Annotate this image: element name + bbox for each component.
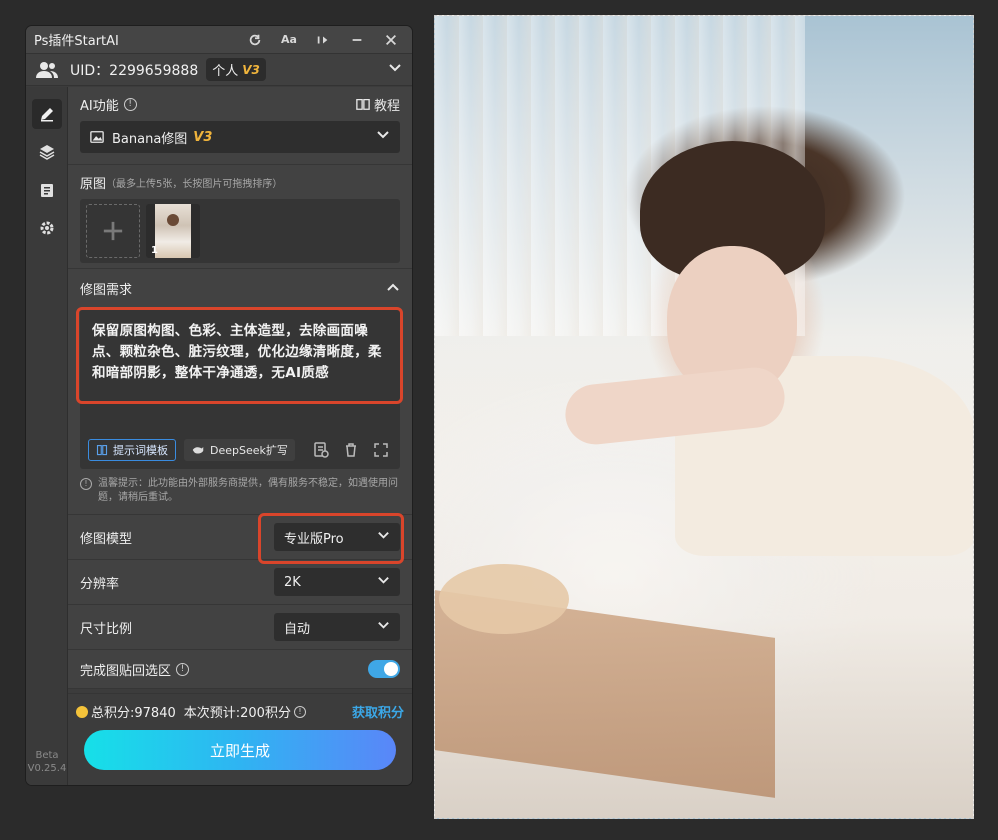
- prompt-template-label: 提示词模板: [113, 444, 168, 457]
- chevron-down-icon: [376, 128, 390, 146]
- version-info: Beta V0.25.4: [26, 749, 68, 775]
- account-type: 个人: [212, 64, 239, 79]
- plus-icon: [103, 221, 123, 241]
- tutorial-link[interactable]: 教程: [356, 95, 400, 114]
- ai-function-value: Banana修图: [112, 131, 188, 147]
- source-images-section: 原图 （最多上传5张，长按图片可拖拽排序） 1: [68, 165, 412, 269]
- version-label: V0.25.4: [27, 763, 67, 774]
- users-icon: [36, 60, 58, 80]
- user-bar[interactable]: UID：2299659888 个人 V3: [26, 53, 412, 86]
- paste-back-toggle[interactable]: [368, 660, 400, 678]
- chevron-down-icon: [377, 574, 390, 591]
- deepseek-label: DeepSeek扩写: [210, 444, 288, 457]
- sidebar-item-layers[interactable]: [32, 137, 62, 167]
- resolution-dropdown[interactable]: 2K: [274, 568, 400, 596]
- edit-icon: [40, 108, 53, 122]
- info-icon[interactable]: !: [176, 662, 190, 676]
- generate-button[interactable]: 立即生成: [84, 730, 396, 770]
- close-icon[interactable]: [378, 30, 404, 50]
- resolution-label: 分辨率: [80, 576, 120, 592]
- source-hint: （最多上传5张，长按图片可拖拽排序）: [106, 178, 283, 190]
- canvas-brush: [439, 564, 569, 634]
- image-edit-icon: [90, 131, 104, 143]
- highlight-requirements: [76, 307, 403, 404]
- thumbnail-image: [155, 204, 191, 258]
- ai-function-dropdown[interactable]: Banana修图 V3: [80, 121, 400, 153]
- tutorial-label: 教程: [373, 98, 400, 114]
- resolution-row: 分辨率 2K: [68, 560, 412, 605]
- title-bar: Ps插件StartAI Aa: [26, 26, 412, 53]
- account-badge: 个人 V3: [206, 58, 266, 81]
- history-icon[interactable]: [310, 439, 332, 461]
- source-thumbnail[interactable]: 1: [146, 204, 200, 258]
- chevron-down-icon[interactable]: [388, 60, 402, 79]
- ai-function-section: AI功能 ! 教程 Banana修图 V3: [68, 87, 412, 165]
- deepseek-expand-button[interactable]: DeepSeek扩写: [184, 439, 295, 461]
- resolution-value: 2K: [284, 574, 301, 590]
- highlight-model: [258, 513, 404, 564]
- info-icon[interactable]: !: [293, 705, 306, 718]
- refresh-icon[interactable]: [242, 30, 268, 50]
- get-points-link[interactable]: 获取积分: [352, 702, 404, 721]
- coin-icon: [76, 705, 88, 718]
- ratio-label: 尺寸比例: [80, 621, 133, 637]
- ai-function-label: AI功能: [80, 98, 119, 114]
- sidebar-item-settings[interactable]: [32, 213, 62, 243]
- source-label: 原图: [80, 176, 107, 192]
- tip-text: 温馨提示：此功能由外部服务商提供，偶有服务不稳定，如遇使用问题，请稍后重试。: [98, 478, 398, 503]
- warning-icon: !: [80, 478, 92, 490]
- ratio-row: 尺寸比例 自动: [68, 605, 412, 650]
- trash-icon[interactable]: [340, 439, 362, 461]
- startai-plugin-panel: Ps插件StartAI Aa UID：2299659888 个人 V3 Beta…: [26, 26, 412, 785]
- estimate-points: 本次预计:200积分: [183, 706, 291, 721]
- clipboard-icon: [40, 184, 53, 197]
- prompt-template-button[interactable]: 提示词模板: [88, 439, 176, 461]
- chevron-up-icon[interactable]: [386, 279, 400, 298]
- requirements-toolbar: 提示词模板 DeepSeek扩写: [80, 429, 400, 469]
- document-canvas[interactable]: [434, 15, 974, 819]
- footer: 总积分:97840 本次预计:200积分 ! 获取积分 立即生成: [68, 693, 412, 785]
- chevron-down-icon: [377, 619, 390, 636]
- font-size-button[interactable]: Aa: [276, 30, 302, 50]
- window-title: Ps插件StartAI: [34, 34, 119, 49]
- sidebar-item-edit[interactable]: [31, 99, 62, 129]
- beta-label: Beta: [35, 750, 59, 761]
- ratio-dropdown[interactable]: 自动: [274, 613, 400, 641]
- requirements-label: 修图需求: [80, 282, 133, 298]
- expand-icon[interactable]: [370, 439, 392, 461]
- level-badge: V3: [242, 62, 260, 77]
- thumbnail-index: 1: [151, 245, 158, 256]
- minimize-icon[interactable]: [344, 30, 370, 50]
- gear-icon: [40, 221, 53, 235]
- ratio-value: 自动: [284, 621, 311, 637]
- total-points: 总积分:97840: [91, 706, 176, 721]
- sidebar: Beta V0.25.4: [26, 87, 68, 785]
- credits-row: 总积分:97840 本次预计:200积分 ! 获取积分: [68, 694, 412, 721]
- add-image-button[interactable]: [86, 204, 140, 258]
- template-book-icon: [96, 444, 108, 456]
- user-id: UID：2299659888: [70, 62, 199, 79]
- info-icon[interactable]: !: [123, 97, 137, 111]
- paste-back-label: 完成图贴回选区: [80, 663, 172, 679]
- ai-function-level: V3: [193, 129, 213, 145]
- model-label: 修图模型: [80, 531, 133, 547]
- service-tip: ! 温馨提示：此功能由外部服务商提供，偶有服务不稳定，如遇使用问题，请稍后重试。: [80, 469, 400, 515]
- sidebar-item-clipboard[interactable]: [32, 175, 62, 205]
- paste-back-row: 完成图贴回选区 !: [68, 650, 412, 689]
- whale-icon: [192, 447, 204, 454]
- main-content: AI功能 ! 教程 Banana修图 V3 原图 （最多上传5张，长按图片可拖拽…: [68, 87, 412, 785]
- book-icon: [356, 98, 370, 110]
- pin-icon[interactable]: [310, 30, 336, 50]
- thumbnail-strip: 1: [80, 199, 400, 263]
- layers-icon: [39, 145, 54, 160]
